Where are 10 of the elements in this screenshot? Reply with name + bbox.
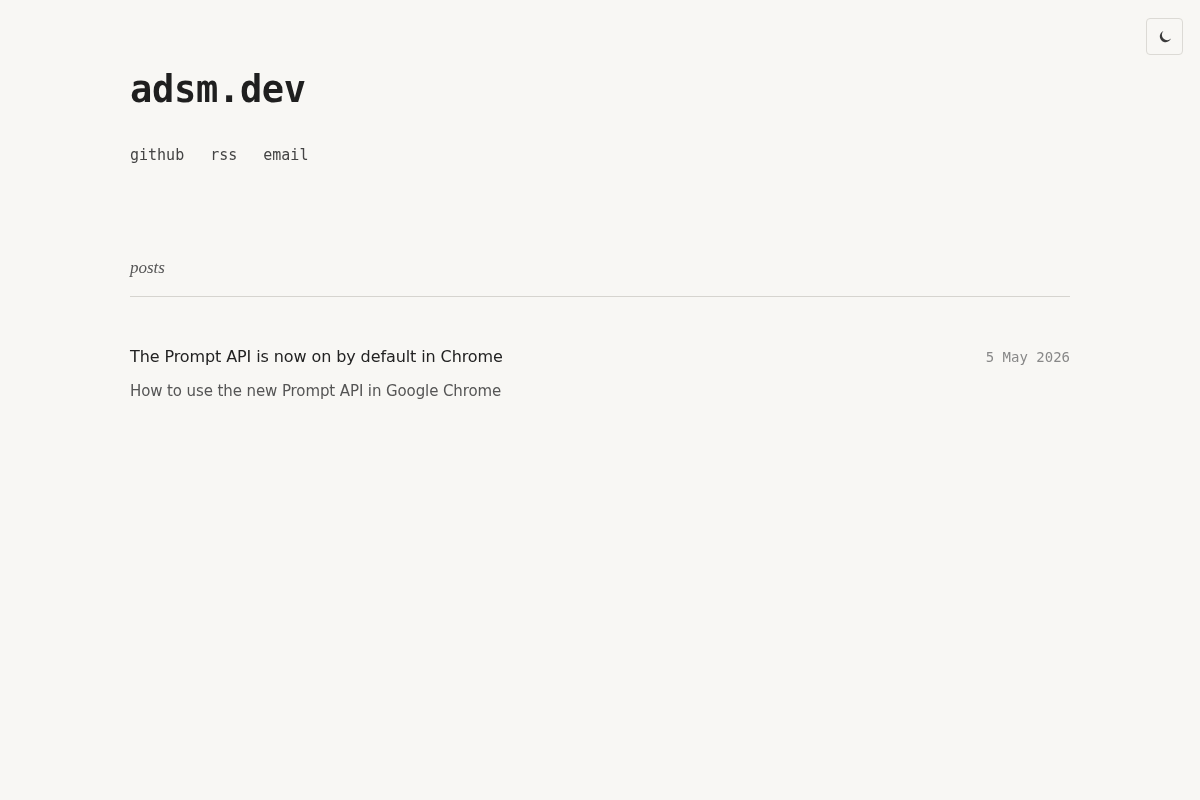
section-heading: posts [130, 257, 165, 279]
nav-link[interactable]: rss [210, 145, 238, 165]
nav-link[interactable]: github [130, 145, 185, 165]
moon-icon [1157, 29, 1172, 44]
theme-toggle-button[interactable] [1146, 18, 1183, 55]
post-title-link[interactable]: The Prompt API is now on by default in Chrome [130, 345, 503, 369]
nav-link[interactable]: email [263, 145, 309, 165]
post-description: How to use the new Prompt API in Google Chrome [130, 381, 502, 402]
site-title: adsm.dev [130, 68, 307, 112]
post-date: 5 May 2026 [985, 349, 1070, 365]
